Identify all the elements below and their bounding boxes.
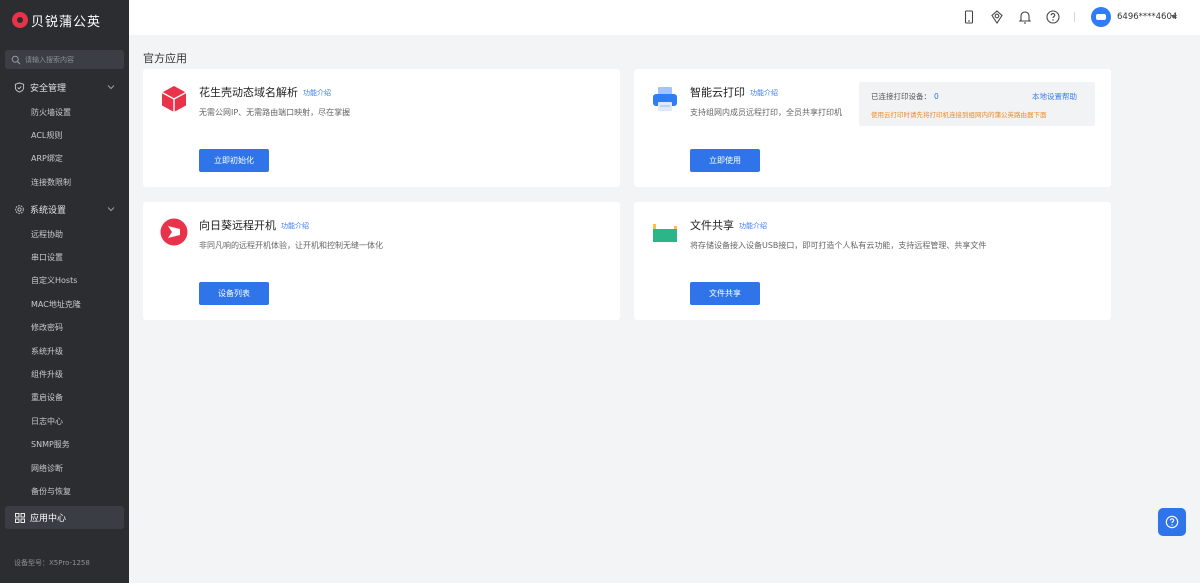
local-setup-help-link[interactable]: 本地设置帮助 bbox=[1032, 91, 1077, 102]
card-description: 将存储设备接入设备USB接口，即可打造个人私有云功能，支持远程管理、共享文件 bbox=[690, 241, 987, 250]
cube-icon bbox=[161, 86, 187, 112]
search-icon bbox=[11, 55, 21, 64]
sidebar-item-component-upgrade[interactable]: 组件升级 bbox=[31, 368, 63, 382]
card-title: 向日葵远程开机 功能介绍 bbox=[199, 219, 309, 232]
gear-icon bbox=[15, 204, 24, 214]
initialize-button[interactable]: 立即初始化 bbox=[199, 149, 269, 172]
card-title: 文件共享 功能介绍 bbox=[690, 219, 767, 232]
feature-intro-link[interactable]: 功能介绍 bbox=[281, 222, 309, 230]
print-warning: 使用云打印时请先将打印机连接到组网内的蒲公英路由器下面 bbox=[871, 111, 1047, 119]
sidebar-search[interactable] bbox=[5, 50, 124, 69]
bell-icon[interactable] bbox=[1017, 9, 1033, 25]
sunlogin-icon bbox=[160, 218, 188, 246]
sidebar-item-app-center[interactable]: 应用中心 bbox=[5, 506, 124, 529]
chevron-down-icon bbox=[107, 207, 115, 212]
sidebar-item-backup[interactable]: 备份与恢复 bbox=[31, 485, 71, 499]
app-card-remote-boot: 向日葵远程开机 功能介绍 非同凡响的远程开机体验，让开机和控制无缝一体化 设备列表 bbox=[143, 202, 620, 320]
shield-icon bbox=[14, 81, 25, 93]
connected-printers-count: 0 bbox=[934, 92, 939, 101]
chevron-down-icon bbox=[107, 85, 115, 90]
feature-intro-link[interactable]: 功能介绍 bbox=[750, 89, 778, 97]
card-title: 花生壳动态域名解析 功能介绍 bbox=[199, 86, 331, 99]
printer-icon bbox=[653, 87, 677, 111]
grid-icon bbox=[15, 512, 25, 523]
brand-logo[interactable]: 贝锐蒲公英 bbox=[12, 10, 101, 30]
app-card-file-share: 文件共享 功能介绍 将存储设备接入设备USB接口，即可打造个人私有云功能，支持远程… bbox=[634, 202, 1111, 320]
sidebar-group-system[interactable]: 系统设置 bbox=[0, 199, 129, 219]
file-share-button[interactable]: 文件共享 bbox=[690, 282, 760, 305]
sidebar-group-label: 系统设置 bbox=[30, 205, 67, 216]
sidebar-group-label: 安全管理 bbox=[30, 83, 67, 94]
sidebar-item-mac-clone[interactable]: MAC地址克隆 bbox=[31, 298, 81, 312]
help-button[interactable] bbox=[1158, 508, 1186, 536]
card-description: 无需公网IP、无需路由端口映射，尽在掌握 bbox=[199, 108, 351, 117]
connected-printers-label: 已连接打印设备： 0 bbox=[871, 92, 939, 101]
caret-down-icon[interactable] bbox=[1171, 15, 1177, 19]
topbar-divider bbox=[1074, 12, 1075, 22]
help-circle-icon bbox=[1165, 515, 1179, 529]
folder-icon bbox=[653, 223, 677, 242]
printer-info-panel: 已连接打印设备： 0 本地设置帮助 使用云打印时请先将打印机连接到组网内的蒲公英路… bbox=[859, 82, 1095, 126]
sidebar-item-system-upgrade[interactable]: 系统升级 bbox=[31, 345, 63, 359]
brand-name: 贝锐蒲公英 bbox=[31, 14, 102, 30]
sidebar-item-logs[interactable]: 日志中心 bbox=[31, 415, 63, 429]
sidebar-item-conn-limit[interactable]: 连接数限制 bbox=[31, 176, 71, 190]
avatar[interactable] bbox=[1091, 7, 1111, 27]
app-card-cloud-print: 智能云打印 功能介绍 支持组网内成员远程打印，全员共享打印机 已连接打印设备： 0 … bbox=[634, 69, 1111, 187]
sidebar-item-snmp[interactable]: SNMP服务 bbox=[31, 438, 70, 452]
sidebar-group-security[interactable]: 安全管理 bbox=[0, 77, 129, 97]
sidebar-item-reboot[interactable]: 重启设备 bbox=[31, 391, 63, 405]
device-list-button[interactable]: 设备列表 bbox=[199, 282, 269, 305]
sidebar-item-hosts[interactable]: 自定义Hosts bbox=[31, 274, 77, 288]
device-model: 设备型号：X5Pro-1258 bbox=[14, 559, 90, 567]
username[interactable]: 6496****4604 bbox=[1117, 12, 1177, 22]
sidebar: 贝锐蒲公英 安全管理 防火墙设置 ACL规则 ARP绑定 连接数限制 系统设置 … bbox=[0, 0, 129, 583]
section-title: 官方应用 bbox=[143, 52, 187, 65]
card-title: 智能云打印 功能介绍 bbox=[690, 86, 778, 99]
sidebar-item-password[interactable]: 修改密码 bbox=[31, 321, 63, 335]
sidebar-item-diagnostics[interactable]: 网络诊断 bbox=[31, 462, 63, 476]
logo-icon bbox=[12, 12, 28, 28]
topbar: 6496****4604 bbox=[129, 0, 1200, 35]
use-now-button[interactable]: 立即使用 bbox=[690, 149, 760, 172]
sidebar-item-acl[interactable]: ACL规则 bbox=[31, 129, 62, 143]
search-input[interactable] bbox=[25, 55, 115, 64]
mobile-icon[interactable] bbox=[961, 9, 977, 25]
feature-intro-link[interactable]: 功能介绍 bbox=[303, 89, 331, 97]
app-card-ddns: 花生壳动态域名解析 功能介绍 无需公网IP、无需路由端口映射，尽在掌握 立即初始化 bbox=[143, 69, 620, 187]
route-icon[interactable] bbox=[989, 9, 1005, 25]
help-circle-icon[interactable] bbox=[1045, 9, 1061, 25]
sidebar-item-serial[interactable]: 串口设置 bbox=[31, 251, 63, 265]
sidebar-item-arp[interactable]: ARP绑定 bbox=[31, 152, 63, 166]
card-description: 支持组网内成员远程打印，全员共享打印机 bbox=[690, 108, 842, 117]
sidebar-item-firewall[interactable]: 防火墙设置 bbox=[31, 106, 71, 120]
card-description: 非同凡响的远程开机体验，让开机和控制无缝一体化 bbox=[199, 241, 383, 250]
sidebar-item-remote-assist[interactable]: 远程协助 bbox=[31, 228, 63, 242]
sidebar-item-label: 应用中心 bbox=[30, 514, 67, 524]
feature-intro-link[interactable]: 功能介绍 bbox=[739, 222, 767, 230]
